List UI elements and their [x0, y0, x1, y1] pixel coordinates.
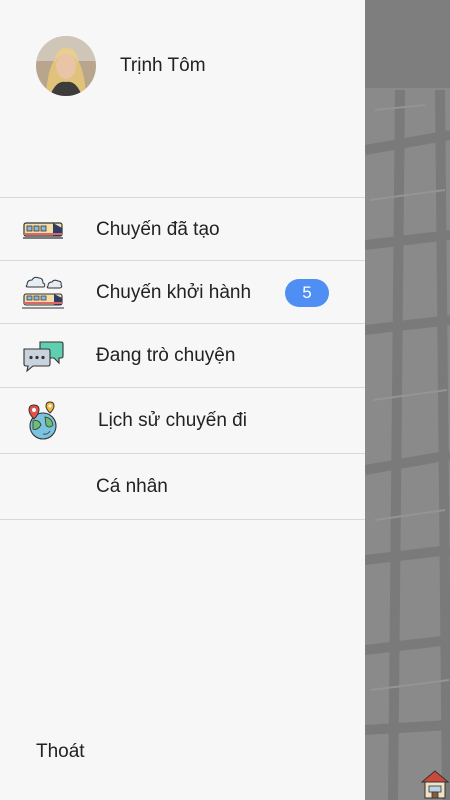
- menu-item-chats[interactable]: Đang trò chuyện: [0, 324, 365, 387]
- house-icon[interactable]: [420, 768, 450, 800]
- logout-button[interactable]: Thoát: [36, 741, 85, 763]
- navigation-drawer: Trịnh Tôm Chuyến đã tạo Chuyến khởi hành…: [0, 0, 365, 800]
- menu-item-label: Đang trò chuyện: [96, 344, 236, 366]
- menu-item-label: Lịch sử chuyến đi: [98, 409, 247, 431]
- menu-item-trip-history[interactable]: Lịch sử chuyến đi: [0, 388, 365, 453]
- menu-item-label: Cá nhân: [96, 475, 168, 497]
- chat-bubbles-icon: [22, 335, 64, 377]
- train-icon: [22, 209, 64, 251]
- globe-pins-icon: [22, 400, 64, 442]
- menu-item-profile[interactable]: Cá nhân: [0, 454, 365, 519]
- train-clouds-icon: [22, 272, 64, 314]
- drawer-header: Trịnh Tôm: [0, 0, 365, 197]
- notification-badge: 5: [285, 278, 329, 307]
- user-avatar[interactable]: [36, 36, 96, 96]
- menu-item-departing-trips[interactable]: Chuyến khởi hành 5: [0, 261, 365, 324]
- user-name: Trịnh Tôm: [120, 55, 206, 76]
- menu-item-label: Chuyến khởi hành: [96, 281, 252, 303]
- menu-item-label: Chuyến đã tạo: [96, 218, 220, 240]
- divider: [0, 519, 365, 520]
- menu-item-created-trips[interactable]: Chuyến đã tạo: [0, 198, 365, 261]
- map-background: [365, 0, 450, 800]
